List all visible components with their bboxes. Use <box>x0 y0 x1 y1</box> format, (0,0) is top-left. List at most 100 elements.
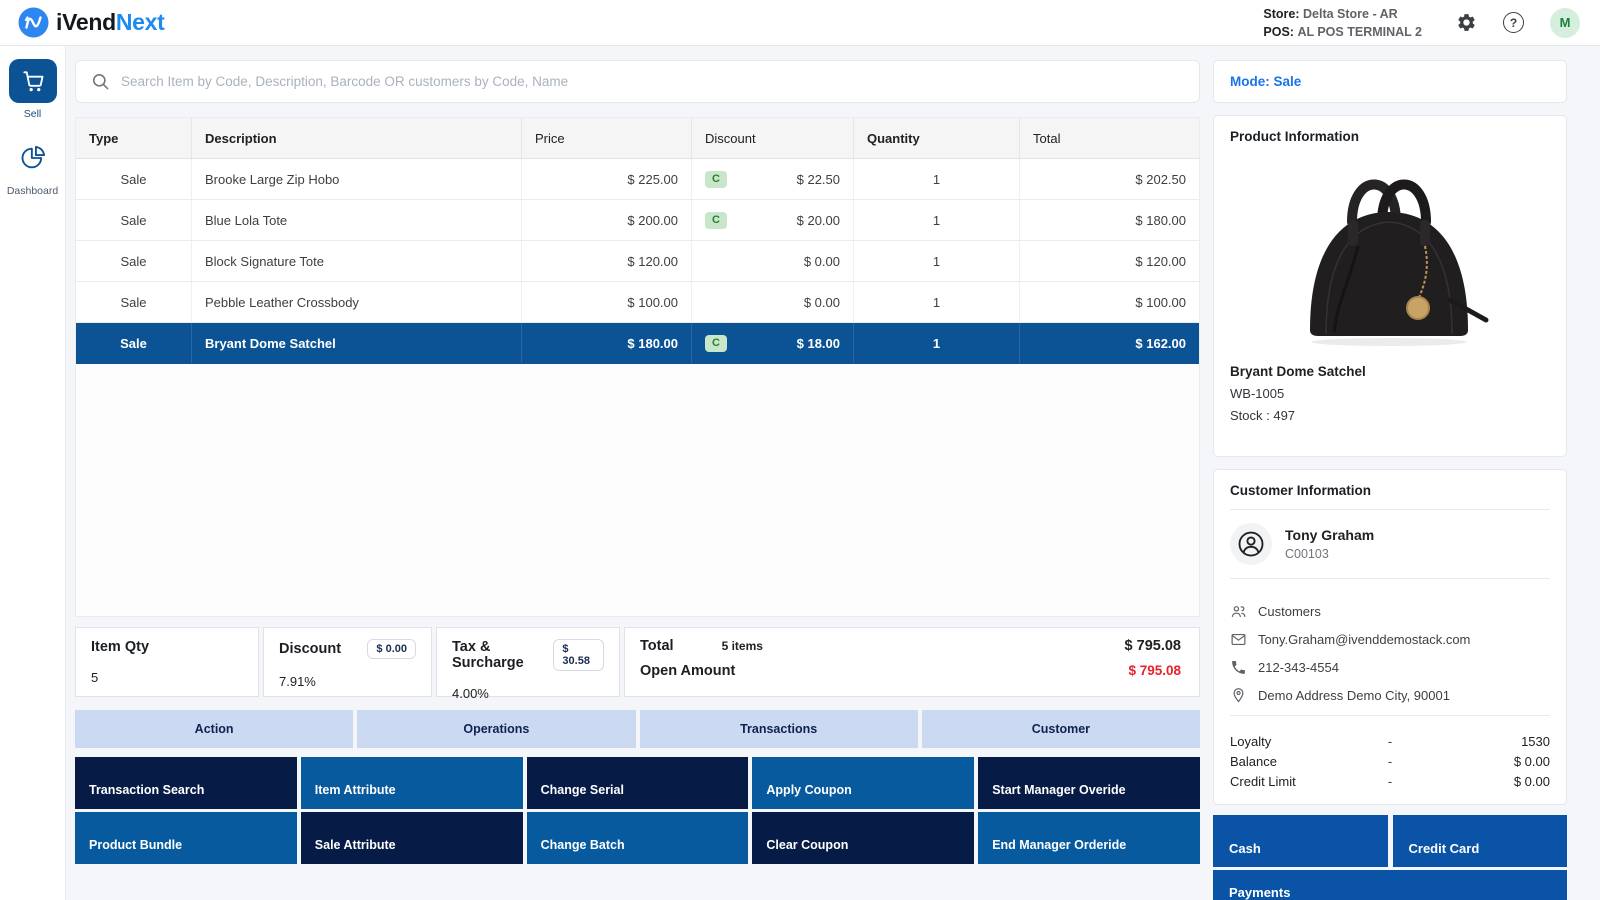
cart-table: Type Description Price Discount Quantity… <box>75 117 1200 617</box>
item-qty-value: 5 <box>91 670 243 685</box>
sidebar-item-sell[interactable]: Sell <box>0 59 65 120</box>
left-sidebar: Sell Dashboard <box>0 46 66 900</box>
cell-discount: $ 0.00 <box>691 282 853 322</box>
cell-quantity: 1 <box>853 323 1019 363</box>
customer-information-card: Customer Information Tony Grah <box>1213 469 1567 805</box>
product-information-card: Product Information <box>1213 115 1567 457</box>
column-header-total: Total <box>1019 118 1199 158</box>
customer-address: Demo Address Demo City, 90001 <box>1258 688 1450 703</box>
cell-description: Blue Lola Tote <box>191 200 521 240</box>
action-button-grid: Transaction Search Item Attribute Change… <box>75 757 1200 864</box>
change-batch-button[interactable]: Change Batch <box>527 812 749 864</box>
cell-description: Bryant Dome Satchel <box>191 323 521 363</box>
sale-attribute-button[interactable]: Sale Attribute <box>301 812 523 864</box>
search-input[interactable] <box>121 74 1184 89</box>
right-panel: Mode: Sale Product Information <box>1213 60 1567 900</box>
table-row[interactable]: Sale Pebble Leather Crossbody $ 100.00 $… <box>76 282 1199 323</box>
tab-action[interactable]: Action <box>75 710 353 748</box>
table-row[interactable]: Sale Blue Lola Tote $ 200.00 C$ 20.00 1 … <box>76 200 1199 241</box>
help-button[interactable]: ? <box>1503 12 1524 33</box>
product-sku: WB-1005 <box>1230 386 1550 401</box>
payments-button[interactable]: Payments <box>1213 870 1567 900</box>
balance-label: Balance <box>1230 754 1388 769</box>
customers-group-icon <box>1230 603 1247 620</box>
location-pin-icon <box>1230 687 1247 704</box>
settings-button[interactable] <box>1456 12 1477 33</box>
column-header-description: Description <box>191 118 521 158</box>
cell-total: $ 100.00 <box>1019 282 1199 322</box>
total-items-count: 5 items <box>722 639 763 653</box>
end-manager-override-button[interactable]: End Manager Orderide <box>978 812 1200 864</box>
credit-card-button[interactable]: Credit Card <box>1393 815 1568 867</box>
cell-price: $ 180.00 <box>521 323 691 363</box>
cell-type: Sale <box>76 159 191 199</box>
product-information-title: Product Information <box>1230 129 1550 144</box>
cell-total: $ 120.00 <box>1019 241 1199 281</box>
apply-coupon-button[interactable]: Apply Coupon <box>752 757 974 809</box>
cell-description: Block Signature Tote <box>191 241 521 281</box>
tax-amount-badge: $ 30.58 <box>553 639 604 671</box>
cell-type: Sale <box>76 282 191 322</box>
mail-icon <box>1230 631 1247 648</box>
start-manager-override-button[interactable]: Start Manager Overide <box>978 757 1200 809</box>
cell-discount: C$ 20.00 <box>691 200 853 240</box>
customer-group-row: Customers <box>1230 603 1550 620</box>
search-bar <box>75 60 1200 103</box>
customer-name: Tony Graham <box>1285 527 1374 543</box>
person-icon <box>1236 529 1266 559</box>
user-avatar[interactable]: M <box>1550 8 1580 38</box>
cell-type: Sale <box>76 241 191 281</box>
customer-information-title: Customer Information <box>1230 483 1550 498</box>
pos-label: POS: <box>1263 25 1294 39</box>
cash-button[interactable]: Cash <box>1213 815 1388 867</box>
store-label: Store: <box>1263 7 1299 21</box>
customer-email-row: Tony.Graham@ivenddemostack.com <box>1230 631 1550 648</box>
transaction-search-button[interactable]: Transaction Search <box>75 757 297 809</box>
credit-limit-value: $ 0.00 <box>1392 774 1550 789</box>
sidebar-item-dashboard[interactable]: Dashboard <box>0 136 65 197</box>
balance-value: $ 0.00 <box>1392 754 1550 769</box>
item-attribute-button[interactable]: Item Attribute <box>301 757 523 809</box>
cell-total: $ 180.00 <box>1019 200 1199 240</box>
product-stock: Stock : 497 <box>1230 408 1550 423</box>
column-header-type: Type <box>76 118 191 158</box>
coupon-badge: C <box>705 171 727 188</box>
cell-description: Pebble Leather Crossbody <box>191 282 521 322</box>
product-image-handbag <box>1230 150 1550 356</box>
top-bar: iVendNext Store: Delta Store - AR POS: A… <box>0 0 1600 46</box>
table-row[interactable]: Sale Block Signature Tote $ 120.00 $ 0.0… <box>76 241 1199 282</box>
cell-quantity: 1 <box>853 282 1019 322</box>
table-row-selected[interactable]: Sale Bryant Dome Satchel $ 180.00 C$ 18.… <box>76 323 1199 364</box>
tab-operations[interactable]: Operations <box>357 710 635 748</box>
credit-limit-label: Credit Limit <box>1230 774 1388 789</box>
coupon-badge: C <box>705 335 727 352</box>
coupon-badge: C <box>705 212 727 229</box>
cart-table-header: Type Description Price Discount Quantity… <box>76 118 1199 159</box>
cell-total: $ 162.00 <box>1019 323 1199 363</box>
tab-transactions[interactable]: Transactions <box>640 710 918 748</box>
open-amount-value: $ 795.08 <box>1128 663 1181 678</box>
action-tabs: Action Operations Transactions Customer <box>75 710 1200 748</box>
mode-indicator: Mode: Sale <box>1213 60 1567 103</box>
customer-address-row: Demo Address Demo City, 90001 <box>1230 687 1550 704</box>
table-row[interactable]: Sale Brooke Large Zip Hobo $ 225.00 C$ 2… <box>76 159 1199 200</box>
change-serial-button[interactable]: Change Serial <box>527 757 749 809</box>
cell-price: $ 100.00 <box>521 282 691 322</box>
customer-phone: 212-343-4554 <box>1258 660 1339 675</box>
tax-surcharge-box: Tax & Surcharge $ 30.58 4.00% <box>436 627 620 697</box>
pie-chart-icon <box>19 144 47 172</box>
table-empty-area <box>76 364 1199 616</box>
item-qty-box: Item Qty 5 <box>75 627 259 697</box>
sidebar-item-label: Dashboard <box>0 185 65 197</box>
discount-label: Discount <box>279 641 341 657</box>
cell-discount: C$ 22.50 <box>691 159 853 199</box>
discount-amount-badge: $ 0.00 <box>367 639 416 659</box>
main-content: Type Description Price Discount Quantity… <box>66 46 1600 900</box>
column-header-discount: Discount <box>691 118 853 158</box>
customer-phone-row: 212-343-4554 <box>1230 659 1550 676</box>
discount-percent: 7.91% <box>279 674 416 689</box>
product-bundle-button[interactable]: Product Bundle <box>75 812 297 864</box>
tab-customer[interactable]: Customer <box>922 710 1200 748</box>
customer-group: Customers <box>1258 604 1321 619</box>
clear-coupon-button[interactable]: Clear Coupon <box>752 812 974 864</box>
